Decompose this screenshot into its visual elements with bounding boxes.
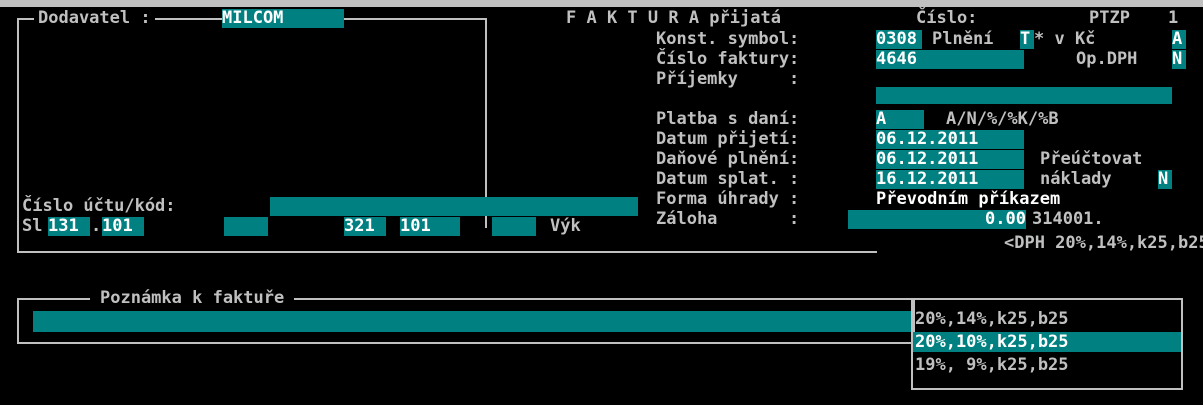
dph-option-1[interactable]: 20%,14%,k25,b25 <box>915 309 1179 329</box>
note-title: Poznámka k faktuře <box>90 288 295 308</box>
naklady-label: náklady <box>1040 169 1112 189</box>
forma-uhrady-value[interactable]: Převodním příkazem <box>876 189 1060 209</box>
datum-splat-label: Datum splat. : <box>656 169 800 189</box>
platba-label: Platba s daní: <box>656 109 800 129</box>
bottom-frame-line <box>17 251 877 253</box>
dph-option-3[interactable]: 19%, 9%,k25,b25 <box>915 355 1179 375</box>
num-field-1[interactable]: 321 <box>344 217 386 236</box>
cislo-faktury-label: Číslo faktury: <box>656 49 800 69</box>
left-frame-line <box>17 228 19 252</box>
cislo-value: PTZP <box>1089 8 1130 28</box>
dph-label: <DPH 20%,14%,k25,b25> <box>1004 233 1203 253</box>
plneni-field[interactable]: T <box>1020 30 1034 49</box>
vyk-label: Výk <box>550 216 581 236</box>
sl-field-2[interactable]: 101 <box>102 217 144 236</box>
window-top-bar <box>0 0 1203 7</box>
datum-prijeti-label: Datum přijetí: <box>656 129 800 149</box>
prijemky-label: Příjemky : <box>656 69 800 89</box>
dodavatel-field[interactable]: MILCOM <box>222 9 344 28</box>
plneni-suffix: * v Kč <box>1034 29 1096 49</box>
platba-hint: A/N/%/%K/%B <box>946 109 1059 129</box>
plneni-label: Plnění <box>932 29 994 49</box>
dot-separator: . <box>91 216 102 236</box>
account-label: Číslo účtu/kód: <box>22 196 176 216</box>
datum-prijeti-field[interactable]: 06.12.2011 <box>876 130 1024 149</box>
danove-plneni-label: Daňové plnění: <box>656 149 800 169</box>
kc-field[interactable]: A <box>1172 30 1186 49</box>
note-field[interactable] <box>33 311 913 332</box>
sl-field-3[interactable] <box>224 217 268 236</box>
zaloha-account: 314001. <box>1032 209 1104 229</box>
zaloha-label: Záloha : <box>656 209 800 229</box>
sl-label: Sl <box>22 216 43 236</box>
forma-uhrady-label: Forma úhrady : <box>656 189 800 209</box>
prijemky-field[interactable] <box>876 87 1172 104</box>
danove-plneni-field[interactable]: 06.12.2011 <box>876 150 1024 169</box>
platba-field[interactable]: A <box>876 110 924 129</box>
num-field-3[interactable] <box>492 217 536 236</box>
dodavatel-label: Dodavatel : <box>34 8 155 28</box>
naklady-field[interactable]: N <box>1158 170 1172 189</box>
num-field-2[interactable]: 101 <box>400 217 460 236</box>
sl-field-1[interactable]: 131 <box>48 217 90 236</box>
cislo-number: 1 <box>1168 8 1179 28</box>
cislo-faktury-field[interactable]: 4646 <box>876 50 1024 69</box>
konst-symbol-label: Konst. symbol: <box>656 29 800 49</box>
konst-symbol-field[interactable]: 0308 <box>876 30 922 49</box>
zaloha-field[interactable]: 0.00 <box>848 210 1026 229</box>
datum-splat-field[interactable]: 16.12.2011 <box>876 170 1024 189</box>
invoice-title: F A K T U R A přijatá <box>566 8 781 28</box>
cislo-label: Číslo: <box>916 8 978 28</box>
preuctovat-label: Přeúčtovat <box>1040 149 1143 169</box>
dph-option-2[interactable]: 20%,10%,k25,b25 <box>913 332 1181 352</box>
op-dph-label: Op.DPH <box>1076 49 1138 69</box>
op-dph-field[interactable]: N <box>1172 50 1186 69</box>
account-field[interactable] <box>270 197 638 216</box>
